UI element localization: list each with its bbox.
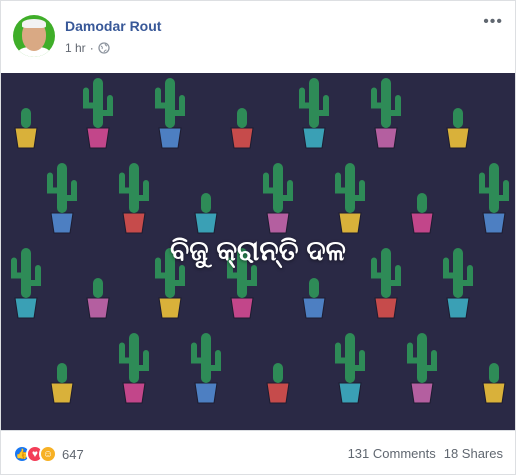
image-text-overlay: ବିଜୁ କ୍ରାନ୍ତି ଦଳ: [1, 73, 515, 430]
post-footer: 👍 ♥ ☺ 647 131 Comments 18 Shares: [1, 430, 515, 474]
post-image[interactable]: ବିଜୁ କ୍ରାନ୍ତି ଦଳ: [1, 73, 515, 430]
haha-icon: ☺: [39, 445, 57, 463]
comments-count[interactable]: 131 Comments: [348, 446, 436, 461]
post-time[interactable]: 1 hr: [65, 41, 86, 55]
avatar-hair: [22, 19, 46, 28]
post-stats: 131 Comments 18 Shares: [348, 446, 503, 461]
post-meta: 1 hr ·: [65, 41, 110, 55]
image-caption-text: ବିଜୁ କ୍ରାନ୍ତି ଦଳ: [170, 235, 346, 266]
post-card: Damodar Rout 1 hr · ••• ବିଜୁ କ୍ରାନ୍ତି ଦଳ…: [0, 0, 516, 475]
author-avatar[interactable]: [13, 15, 55, 57]
globe-icon[interactable]: [98, 42, 110, 54]
more-options-icon[interactable]: •••: [483, 13, 503, 31]
post-header: Damodar Rout 1 hr · •••: [1, 1, 515, 73]
reactions-summary[interactable]: 👍 ♥ ☺ 647: [13, 445, 84, 463]
shares-count[interactable]: 18 Shares: [444, 446, 503, 461]
author-name[interactable]: Damodar Rout: [65, 18, 161, 34]
dot-separator: ·: [89, 41, 94, 55]
reaction-count[interactable]: 647: [62, 447, 84, 462]
